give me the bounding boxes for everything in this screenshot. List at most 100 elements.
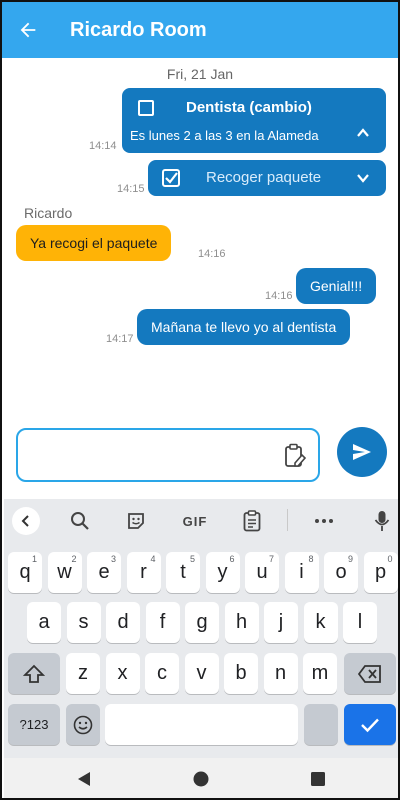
task-card-recoger[interactable]: Recoger paquete bbox=[148, 160, 386, 196]
key-label: u bbox=[256, 561, 268, 583]
key-j[interactable]: j bbox=[264, 602, 298, 643]
task-checkbox[interactable] bbox=[138, 100, 154, 116]
chevron-left-icon bbox=[21, 515, 29, 527]
message-text: Ya recogi el paquete bbox=[30, 235, 158, 251]
key-label: s bbox=[78, 611, 89, 633]
nav-home-icon[interactable] bbox=[193, 771, 209, 787]
key-hint: 2 bbox=[71, 554, 77, 564]
key-u[interactable]: u7 bbox=[245, 552, 279, 593]
checkmark-icon bbox=[361, 718, 379, 732]
key-hint: 6 bbox=[229, 554, 235, 564]
message-text: Genial!!! bbox=[310, 278, 363, 294]
message-time: 14:15 bbox=[117, 183, 145, 195]
keyboard-sticker-button[interactable] bbox=[124, 507, 148, 535]
key-r[interactable]: r4 bbox=[126, 552, 161, 593]
sender-name: Ricardo bbox=[24, 205, 73, 221]
key-f[interactable]: f bbox=[145, 602, 180, 643]
keyboard-clipboard-button[interactable] bbox=[240, 507, 264, 535]
key-label: h bbox=[235, 611, 248, 633]
key-hint: 4 bbox=[150, 554, 156, 564]
key-o[interactable]: o9 bbox=[324, 552, 358, 593]
key-hint: 3 bbox=[110, 554, 116, 564]
key-y[interactable]: y6 bbox=[205, 552, 240, 593]
key-label: t bbox=[180, 561, 186, 583]
keyboard-search-button[interactable] bbox=[68, 507, 92, 535]
send-button[interactable] bbox=[337, 427, 387, 477]
key-g[interactable]: g bbox=[185, 602, 219, 643]
shift-icon bbox=[23, 664, 45, 683]
chevron-down-icon[interactable] bbox=[356, 171, 370, 185]
key-n[interactable]: n bbox=[263, 653, 298, 694]
key-c[interactable]: c bbox=[145, 653, 179, 694]
key-z[interactable]: z bbox=[66, 653, 100, 694]
key-t[interactable]: t5 bbox=[166, 552, 200, 593]
key-label: g bbox=[196, 611, 208, 633]
nav-back-icon[interactable] bbox=[76, 771, 92, 787]
key-h[interactable]: h bbox=[224, 602, 259, 643]
app-bar: Ricardo Room bbox=[2, 2, 398, 58]
page-title: Ricardo Room bbox=[70, 18, 207, 41]
key-m[interactable]: m bbox=[303, 653, 337, 694]
key-label: f bbox=[159, 611, 166, 633]
key-x[interactable]: x bbox=[105, 653, 140, 694]
key-label: m bbox=[311, 662, 329, 684]
keyboard-mic-button[interactable] bbox=[370, 507, 394, 535]
enter-key[interactable] bbox=[344, 704, 396, 745]
system-nav-bar bbox=[4, 758, 398, 798]
message-input-container[interactable] bbox=[16, 428, 320, 482]
key-label: ?123 bbox=[19, 717, 49, 732]
message-bubble-outgoing[interactable]: Genial!!! bbox=[296, 268, 377, 304]
chevron-up-icon[interactable] bbox=[356, 126, 370, 140]
checked-checkbox-icon[interactable] bbox=[162, 169, 180, 187]
key-l[interactable]: l bbox=[343, 602, 377, 643]
key-hint: 0 bbox=[387, 554, 393, 564]
key-hint: 7 bbox=[268, 554, 274, 564]
key-label: a bbox=[38, 611, 50, 633]
period-key[interactable] bbox=[304, 704, 338, 745]
shift-key[interactable] bbox=[8, 653, 60, 694]
keyboard-toolbar: GIF bbox=[4, 499, 398, 543]
key-d[interactable]: d bbox=[106, 602, 140, 643]
message-input[interactable] bbox=[28, 440, 278, 470]
key-i[interactable]: i8 bbox=[284, 552, 319, 593]
key-q[interactable]: q1 bbox=[8, 552, 42, 593]
space-key[interactable] bbox=[105, 704, 298, 745]
keyboard-back-button[interactable] bbox=[12, 507, 40, 535]
emoji-key[interactable] bbox=[66, 704, 100, 745]
message-time: 14:14 bbox=[89, 140, 117, 152]
key-label: q bbox=[19, 561, 31, 583]
key-s[interactable]: s bbox=[66, 602, 101, 643]
back-button[interactable] bbox=[10, 12, 46, 48]
keyboard-gif-button[interactable]: GIF bbox=[180, 507, 210, 535]
key-label: j bbox=[278, 611, 284, 633]
keyboard-more-button[interactable] bbox=[312, 507, 336, 535]
key-label: r bbox=[140, 561, 147, 583]
on-screen-keyboard: GIF q1w2e3r 4 t 5 y 6 u 7 i 8 o 9 p 0 a … bbox=[4, 499, 398, 758]
symbols-key[interactable]: ?123 bbox=[8, 704, 60, 745]
key-label: l bbox=[357, 611, 363, 633]
message-time: 14:16 bbox=[265, 290, 293, 302]
key-v[interactable]: v bbox=[184, 653, 219, 694]
message-bubble-outgoing[interactable]: Mañana te llevo yo al dentista bbox=[137, 309, 351, 345]
key-label: w bbox=[57, 561, 72, 583]
clipboard-edit-icon[interactable] bbox=[284, 443, 306, 469]
key-p[interactable]: p0 bbox=[363, 552, 398, 593]
key-label: o bbox=[335, 561, 347, 583]
task-card-dentista[interactable]: Dentista (cambio) Es lunes 2 a las 3 en … bbox=[122, 88, 386, 153]
key-w[interactable]: w2 bbox=[47, 552, 82, 593]
key-b[interactable]: b bbox=[224, 653, 258, 694]
send-icon bbox=[353, 444, 371, 460]
key-hint: 8 bbox=[308, 554, 314, 564]
key-label: d bbox=[117, 611, 129, 633]
backspace-key[interactable] bbox=[344, 653, 396, 694]
message-bubble-incoming[interactable]: Ya recogi el paquete bbox=[16, 225, 172, 261]
nav-recents-icon[interactable] bbox=[310, 771, 326, 787]
key-k[interactable]: k bbox=[303, 602, 338, 643]
key-a[interactable]: a bbox=[27, 602, 61, 643]
key-e[interactable]: e3 bbox=[87, 552, 121, 593]
more-horizontal-icon bbox=[315, 519, 333, 523]
key-hint: 1 bbox=[31, 554, 37, 564]
key-hint: 9 bbox=[347, 554, 353, 564]
key-label: c bbox=[157, 662, 167, 684]
phone-frame: Ricardo Room Fri, 21 Jan Dentista (cambi… bbox=[0, 0, 400, 800]
